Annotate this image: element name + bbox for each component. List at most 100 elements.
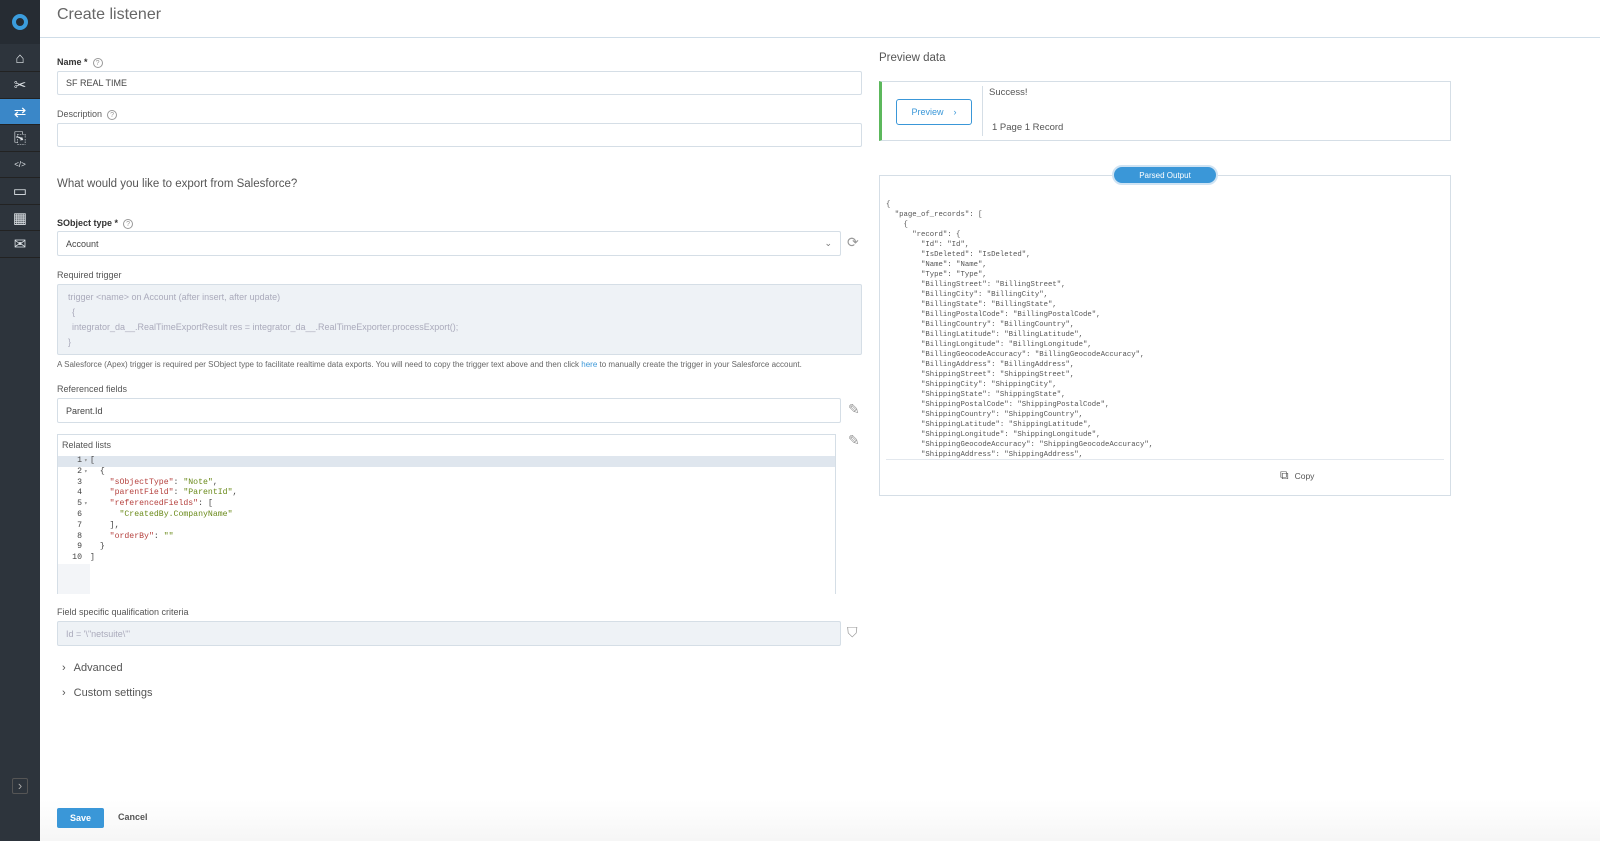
copy-icon: ⧉: [1280, 468, 1289, 482]
preview-status-panel: Preview › Success! 1 Page 1 Record: [879, 81, 1451, 141]
code-value: "Note": [183, 477, 213, 487]
tools-icon: ✂: [13, 77, 27, 94]
here-link[interactable]: here: [581, 360, 597, 369]
copy-button[interactable]: ⧉ Copy: [1280, 468, 1314, 483]
help-icon[interactable]: ?: [92, 58, 103, 68]
line-number: 8: [77, 531, 82, 541]
code-line: 6 "CreatedBy.CompanyName": [58, 510, 835, 521]
sidebar-item-flows[interactable]: ⇄: [0, 99, 40, 125]
sidebar-item-marketplace[interactable]: ▦: [0, 205, 40, 231]
chevron-right-icon: ›: [62, 662, 66, 674]
logo-icon: [12, 14, 28, 30]
code-value: "": [163, 531, 174, 541]
sobject-label: SObject type *?: [57, 218, 134, 229]
footer-bar: [40, 800, 1600, 841]
chevron-right-icon: ›: [62, 687, 66, 699]
code-line: 1 ▾[: [58, 456, 835, 467]
code-text: [: [90, 456, 95, 465]
line-number: 5: [77, 499, 82, 509]
code-key: "parentField": [109, 488, 174, 498]
code-punct: ,: [212, 477, 218, 487]
referenced-fields-input[interactable]: Parent.Id: [57, 398, 841, 423]
description-input[interactable]: [57, 123, 862, 147]
trigger-line: integrator_da__.RealTimeExportResult res…: [72, 321, 459, 332]
code-text: ],: [90, 520, 120, 530]
scripts-icon: </>: [14, 160, 26, 169]
help-icon[interactable]: ?: [123, 219, 134, 229]
code-line: 3 "sObjectType": "Note",: [58, 478, 835, 489]
sidebar-item-resources[interactable]: ▭: [0, 179, 40, 205]
sidebar-item-scripts[interactable]: </>: [0, 152, 40, 178]
code-key: "sObjectType": [109, 477, 174, 487]
sidebar-item-exports[interactable]: ⎘: [0, 126, 40, 152]
edit-pencil-icon[interactable]: ✎: [848, 401, 860, 418]
export-question: What would you like to export from Sales…: [57, 178, 298, 190]
related-lists-label: Related lists: [62, 440, 112, 450]
refresh-icon[interactable]: ⟳: [847, 234, 859, 251]
code-line: 5 ▾ "referencedFields": [: [58, 499, 835, 510]
sidebar: ⌂ ✂ ⇄ ⎘ </> ▭ ▦ ✉ ›: [0, 0, 40, 841]
line-number: 9: [77, 542, 82, 552]
code-string: "CreatedBy.CompanyName": [119, 509, 233, 519]
line-number: 6: [77, 509, 82, 519]
line-number: 4: [77, 488, 82, 498]
trigger-label: Required trigger: [57, 270, 122, 280]
code-punct: ,: [232, 488, 238, 498]
page-header: Create listener: [40, 0, 1600, 38]
code-text: ]: [90, 553, 95, 563]
trigger-line: trigger <name> on Account (after insert,…: [68, 291, 281, 302]
parsed-output-json: { "page_of_records": [ { "record": { "Id…: [886, 200, 1444, 460]
preview-button[interactable]: Preview ›: [896, 99, 972, 125]
save-button[interactable]: Save: [57, 808, 104, 828]
line-number: 10: [72, 553, 82, 563]
name-label: Name *?: [57, 57, 103, 68]
code-line: 4 "parentField": "ParentId",: [58, 488, 835, 499]
flows-icon: ⇄: [13, 103, 27, 121]
line-number: 3: [77, 477, 82, 487]
app-logo[interactable]: [0, 0, 40, 44]
trigger-line: }: [68, 336, 72, 347]
sidebar-item-support[interactable]: ✉: [0, 232, 40, 258]
preview-title: Preview data: [879, 52, 946, 64]
code-value: "ParentId": [183, 488, 233, 498]
related-lists-editor[interactable]: Related lists 1 ▾[2 ▾ {3 "sObjectType": "N…: [57, 434, 836, 594]
preview-summary: 1 Page 1 Record: [992, 122, 1064, 133]
home-icon: ⌂: [15, 50, 25, 67]
line-number: 7: [77, 520, 82, 530]
code-line: 7 ],: [58, 521, 835, 532]
advanced-toggle[interactable]: › Advanced: [62, 662, 123, 674]
sobject-select[interactable]: Account ⌄: [57, 231, 841, 256]
parsed-output-panel: { "page_of_records": [ { "record": { "Id…: [879, 175, 1451, 496]
expand-sidebar-icon[interactable]: ›: [12, 778, 28, 794]
support-icon: ✉: [13, 236, 27, 253]
sidebar-item-home[interactable]: ⌂: [0, 46, 40, 72]
description-label: Description?: [57, 109, 118, 120]
page-title: Create listener: [57, 6, 162, 23]
edit-pencil-icon[interactable]: ✎: [848, 432, 860, 449]
preview-status: Success!: [989, 87, 1028, 98]
code-line: 2 ▾ {: [58, 467, 835, 478]
marketplace-icon: ▦: [12, 209, 28, 227]
help-icon[interactable]: ?: [107, 110, 118, 120]
code-text: {: [90, 466, 105, 476]
code-key: "referencedFields": [109, 499, 199, 509]
sidebar-item-tools[interactable]: ✂: [0, 73, 40, 99]
criteria-input[interactable]: Id = '\"netsuite\"': [57, 621, 841, 646]
parsed-output-tab[interactable]: Parsed Output: [1112, 165, 1218, 185]
trigger-textarea[interactable]: trigger <name> on Account (after insert,…: [57, 284, 862, 355]
chevron-right-icon: ›: [953, 107, 957, 117]
code-text: }: [90, 542, 105, 552]
trigger-help-text: A Salesforce (Apex) trigger is required …: [57, 360, 802, 369]
line-number: 1: [77, 456, 82, 465]
code-line: 8 "orderBy": "": [58, 532, 835, 543]
criteria-label: Field specific qualification criteria: [57, 607, 189, 617]
chevron-down-icon: ⌄: [824, 238, 832, 248]
custom-settings-toggle[interactable]: › Custom settings: [62, 687, 153, 699]
filter-icon[interactable]: ⛉: [847, 624, 858, 641]
name-input[interactable]: SF REAL TIME: [57, 71, 862, 95]
referenced-fields-label: Referenced fields: [57, 384, 128, 394]
trigger-line: {: [72, 306, 76, 317]
resources-icon: ▭: [12, 183, 28, 200]
cancel-button[interactable]: Cancel: [118, 812, 148, 822]
code-key: "orderBy": [109, 531, 154, 541]
